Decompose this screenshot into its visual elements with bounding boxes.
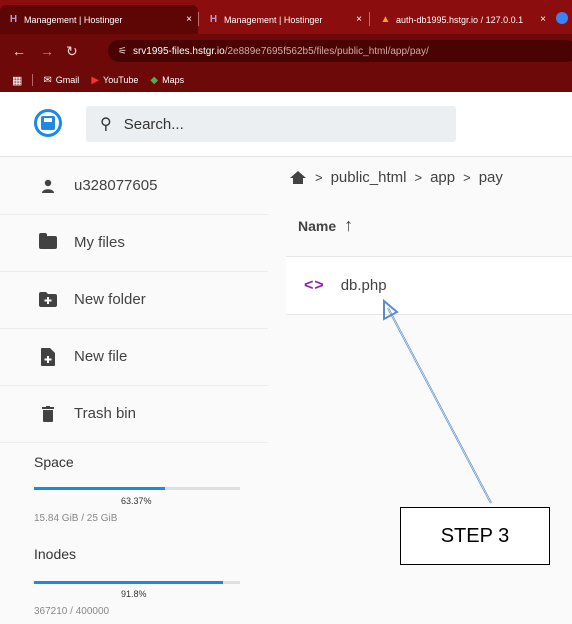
- sidebar-item-my-files[interactable]: My files: [0, 214, 268, 272]
- browser-tab-3[interactable]: ▲ auth-db1995.hstgr.io / 127.0.0.1 ×: [372, 5, 552, 34]
- sidebar-item-label: New file: [74, 348, 128, 365]
- new-file-icon: [38, 347, 58, 366]
- sidebar-item-label: New folder: [74, 291, 146, 308]
- space-detail: 15.84 GiB / 25 GiB: [34, 513, 118, 524]
- folder-icon: [38, 233, 58, 249]
- trash-icon: [38, 405, 58, 422]
- step-label: STEP 3: [440, 524, 510, 547]
- space-label: Space: [34, 454, 74, 470]
- url-path: /2e889e7695f562b5/files/public_html/app/…: [224, 45, 429, 57]
- name-column-header[interactable]: Name ↑: [298, 215, 353, 236]
- search-input[interactable]: [121, 114, 426, 134]
- sidebar-item-new-file[interactable]: New file: [0, 328, 268, 386]
- file-row[interactable]: <> db.php: [286, 256, 572, 315]
- inodes-detail: 367210 / 400000: [34, 606, 110, 617]
- forward-icon[interactable]: →: [40, 42, 54, 60]
- apps-grid-icon[interactable]: ▦: [12, 74, 22, 87]
- new-folder-icon: [38, 292, 58, 307]
- search-box[interactable]: ⚲: [86, 106, 456, 142]
- breadcrumb-item[interactable]: app: [430, 169, 455, 186]
- inodes-progress-bar: [34, 581, 240, 584]
- hostinger-icon: H: [9, 14, 18, 25]
- bookmark-youtube[interactable]: ▶ YouTube: [91, 75, 138, 86]
- sidebar-item-new-folder[interactable]: New folder: [0, 271, 268, 329]
- gmail-icon: ✉: [43, 74, 52, 86]
- browser-tab-2[interactable]: H Management | Hostinger ×: [200, 5, 368, 34]
- tab-title: auth-db1995.hstgr.io / 127.0.0.1: [396, 14, 524, 25]
- site-settings-icon[interactable]: ⚟: [118, 46, 127, 57]
- sidebar-item-user[interactable]: u328077605: [0, 157, 268, 215]
- sort-arrow-up-icon[interactable]: ↑: [344, 215, 353, 236]
- step-annotation-box: STEP 3: [400, 507, 550, 565]
- new-tab-icon[interactable]: [556, 12, 568, 24]
- inodes-progress-fill: [34, 581, 224, 584]
- chevron-right-icon: >: [315, 169, 323, 185]
- app-header: ⚲: [0, 92, 572, 157]
- breadcrumb-item[interactable]: pay: [479, 169, 503, 186]
- column-label: Name: [298, 217, 337, 234]
- space-percent: 63.37%: [121, 496, 152, 506]
- sidebar-item-label: Trash bin: [74, 405, 136, 422]
- browser-tab-strip: H Management | Hostinger × H Management …: [0, 0, 572, 34]
- browser-tab-1[interactable]: H Management | Hostinger ×: [0, 5, 198, 34]
- close-icon[interactable]: ×: [356, 14, 362, 25]
- tab-title: Management | Hostinger: [224, 14, 323, 25]
- filebrowser-logo-icon[interactable]: [34, 109, 62, 137]
- breadcrumb: > public_html > app > pay: [290, 165, 503, 189]
- space-progress-fill: [34, 487, 165, 490]
- sidebar-item-trash[interactable]: Trash bin: [0, 385, 268, 443]
- bookmark-label: Maps: [162, 75, 185, 85]
- home-icon[interactable]: [290, 170, 306, 184]
- close-icon[interactable]: ×: [186, 14, 192, 25]
- phpmyadmin-icon: ▲: [380, 14, 391, 25]
- back-icon[interactable]: ←: [12, 42, 26, 60]
- browser-toolbar: ← → ↻ ⚟ srv1995-files.hstgr.io/2e889e769…: [0, 34, 572, 68]
- address-bar[interactable]: ⚟ srv1995-files.hstgr.io/2e889e7695f562b…: [108, 40, 572, 62]
- youtube-icon: ▶: [91, 74, 100, 86]
- bookmarks-bar: ▦ ✉ Gmail ▶ YouTube ◆ Maps: [0, 68, 572, 92]
- sidebar: u328077605 My files New folder New file …: [0, 157, 268, 624]
- chevron-right-icon: >: [414, 169, 423, 185]
- file-name: db.php: [340, 277, 387, 294]
- sidebar-user-label: u328077605: [74, 177, 158, 194]
- sidebar-item-label: My files: [74, 234, 125, 251]
- inodes-label: Inodes: [34, 546, 77, 562]
- bookmark-maps[interactable]: ◆ Maps: [150, 75, 184, 86]
- inodes-percent: 91.8%: [121, 589, 147, 599]
- code-file-icon: <>: [304, 276, 325, 294]
- url-host: srv1995-files.hstgr.io: [132, 45, 225, 57]
- close-icon[interactable]: ×: [540, 14, 546, 25]
- reload-icon[interactable]: ↻: [66, 42, 78, 60]
- space-progress-bar: [34, 487, 240, 490]
- hostinger-icon: H: [209, 14, 218, 25]
- chevron-right-icon: >: [463, 169, 471, 185]
- bookmark-gmail[interactable]: ✉ Gmail: [43, 75, 79, 86]
- breadcrumb-item[interactable]: public_html: [331, 169, 407, 186]
- user-icon: [38, 179, 58, 193]
- tab-title: Management | Hostinger: [24, 14, 123, 25]
- maps-icon: ◆: [150, 74, 159, 86]
- bookmark-label: Gmail: [55, 75, 80, 85]
- search-icon: ⚲: [100, 116, 112, 133]
- bookmark-label: YouTube: [103, 75, 139, 85]
